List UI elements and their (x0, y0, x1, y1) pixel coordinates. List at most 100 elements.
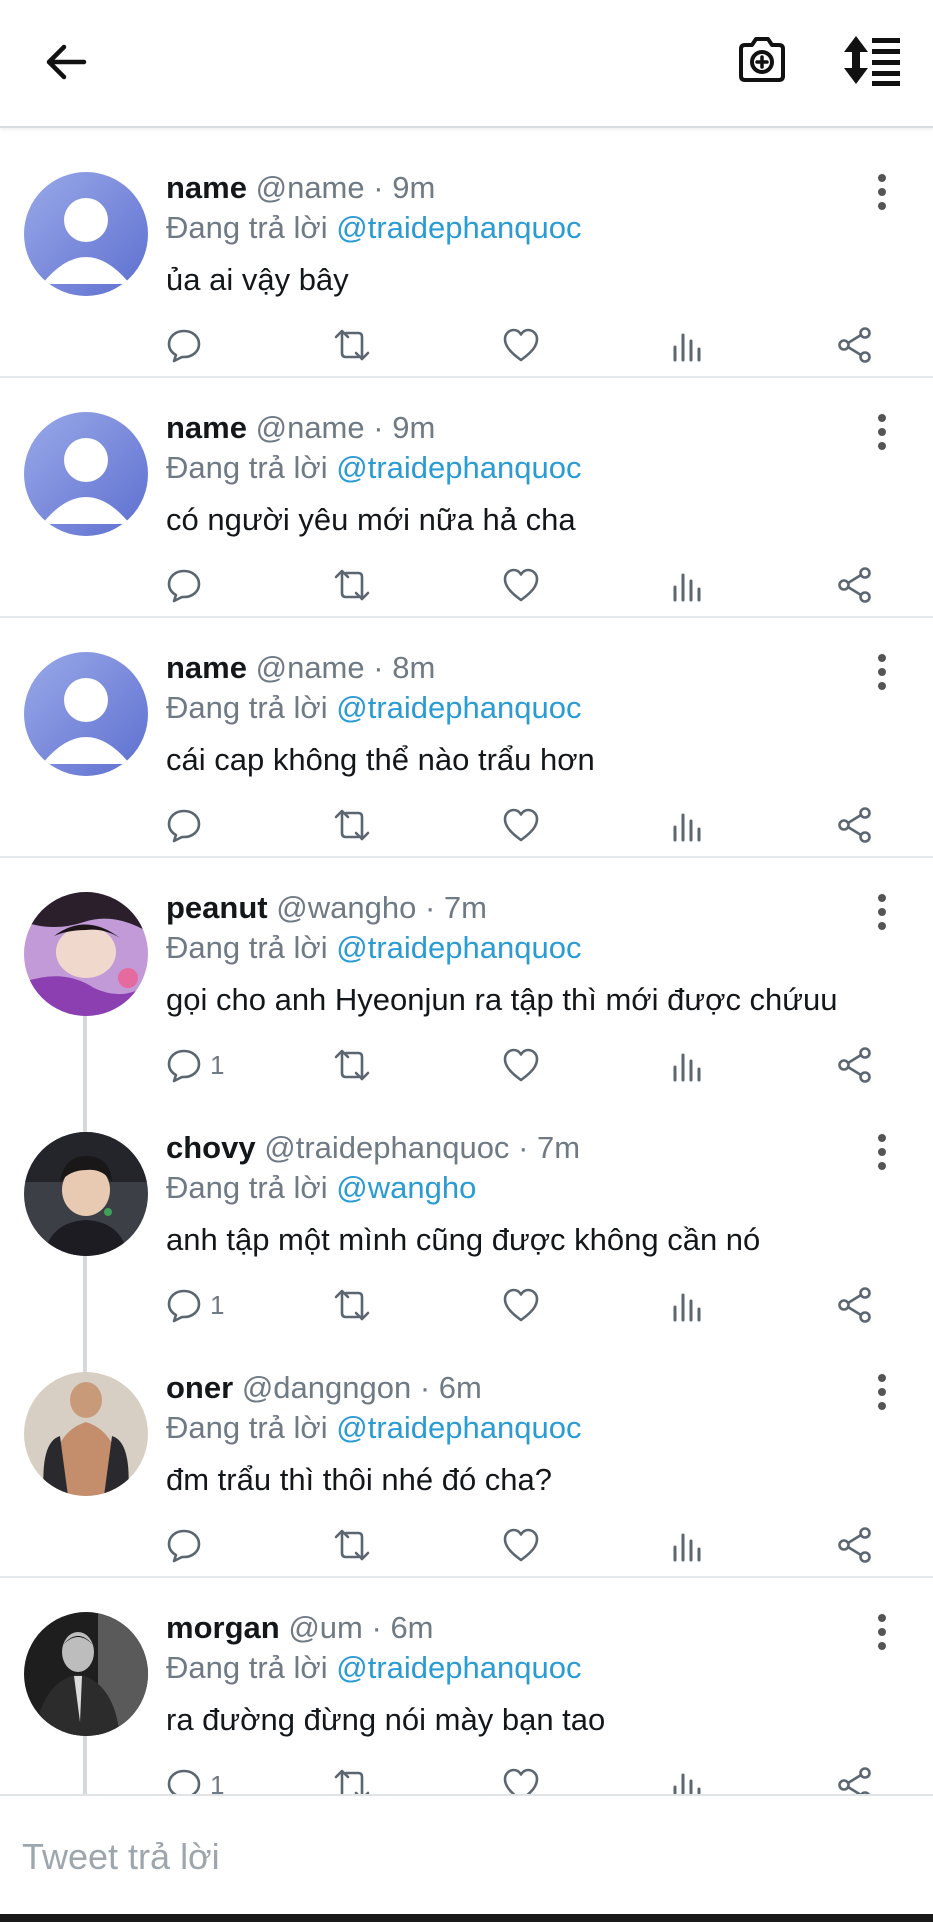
display-name[interactable]: peanut (166, 890, 268, 925)
analytics-button[interactable] (670, 1763, 704, 1794)
tweet[interactable]: name @name · 8m Đang trả lời @traidephan… (0, 618, 933, 858)
mention-link[interactable]: @traidephanquoc (336, 450, 581, 485)
mention-link[interactable]: @traidephanquoc (336, 1410, 581, 1445)
arrow-left-icon[interactable] (40, 36, 92, 88)
display-name[interactable]: name (166, 650, 247, 685)
share-button[interactable] (836, 1043, 874, 1087)
retweet-button[interactable] (332, 1763, 372, 1794)
display-name[interactable]: oner (166, 1370, 233, 1405)
share-button[interactable] (836, 563, 874, 607)
more-options-icon[interactable] (862, 890, 902, 934)
analytics-icon (673, 1533, 701, 1562)
tweet[interactable]: name @name · 9m Đang trả lời @traidephan… (0, 378, 933, 618)
analytics-button[interactable] (670, 1283, 704, 1327)
mention-link[interactable]: @traidephanquoc (336, 930, 581, 965)
avatar[interactable] (24, 172, 148, 296)
mention-link[interactable]: @traidephanquoc (336, 210, 581, 245)
camera-add-icon[interactable] (734, 32, 790, 88)
tweet[interactable]: chovy @traidephanquoc · 7m Đang trả lời … (0, 1098, 933, 1348)
tweet[interactable]: oner @dangngon · 6m Đang trả lời @traide… (0, 1338, 933, 1578)
tweet-header: chovy @traidephanquoc · 7m (166, 1130, 580, 1166)
tweet-header: name @name · 9m (166, 410, 435, 446)
thread-connector (83, 1338, 87, 1374)
reply-feed[interactable]: name @name · 9m Đang trả lời @traidephan… (0, 138, 933, 1794)
more-options-icon[interactable] (862, 1370, 902, 1414)
reply-button[interactable]: 1 (166, 1283, 224, 1327)
more-options-icon[interactable] (862, 650, 902, 694)
reply-input[interactable] (20, 1830, 914, 1884)
reply-button[interactable] (166, 323, 210, 367)
avatar[interactable] (24, 892, 148, 1016)
share-button[interactable] (836, 1763, 874, 1794)
retweet-button[interactable] (332, 563, 372, 607)
analytics-button[interactable] (670, 563, 704, 607)
user-handle: @name (255, 410, 365, 445)
reply-count: 1 (210, 1049, 225, 1080)
sort-list-icon[interactable] (842, 32, 906, 88)
like-button[interactable] (502, 563, 540, 607)
mention-link[interactable]: @traidephanquoc (336, 1650, 581, 1685)
share-button[interactable] (836, 323, 874, 367)
reply-icon (167, 1769, 201, 1794)
analytics-button[interactable] (670, 323, 704, 367)
tweet-text: có người yêu mới nữa hả cha (166, 502, 576, 537)
retweet-button[interactable] (332, 803, 372, 847)
reply-button[interactable] (166, 563, 210, 607)
reply-button[interactable]: 1 (166, 1043, 224, 1087)
retweet-button[interactable] (332, 1523, 372, 1567)
analytics-button[interactable] (670, 1523, 704, 1567)
timestamp: 9m (392, 170, 436, 205)
tweet[interactable]: morgan @um · 6m Đang trả lời @traidephan… (0, 1578, 933, 1794)
avatar[interactable] (24, 652, 148, 776)
more-options-icon[interactable] (862, 1130, 902, 1174)
analytics-button[interactable] (670, 803, 704, 847)
retweet-button[interactable] (332, 1043, 372, 1087)
mention-link[interactable]: @wangho (336, 1170, 476, 1205)
like-button[interactable] (502, 1283, 540, 1327)
like-button[interactable] (502, 323, 540, 367)
avatar[interactable] (24, 1132, 148, 1256)
display-name[interactable]: chovy (166, 1130, 256, 1165)
retweet-button[interactable] (332, 1283, 372, 1327)
retweet-button[interactable] (332, 323, 372, 367)
screen-bottom-edge (0, 1914, 933, 1922)
analytics-icon (673, 1293, 701, 1322)
like-button[interactable] (502, 1043, 540, 1087)
separator-dot: · (373, 170, 384, 205)
display-name[interactable]: name (166, 410, 247, 445)
more-options-icon[interactable] (862, 410, 902, 454)
heart-icon (503, 1768, 539, 1794)
like-button[interactable] (502, 803, 540, 847)
reply-icon (167, 809, 201, 843)
mention-link[interactable]: @traidephanquoc (336, 690, 581, 725)
separator-dot: · (373, 650, 384, 685)
retweet-icon (334, 1769, 370, 1794)
replying-to: Đang trả lời @traidephanquoc (166, 450, 581, 486)
analytics-button[interactable] (670, 1043, 704, 1087)
reply-button[interactable] (166, 803, 210, 847)
tweet-text: anh tập một mình cũng được không cần nó (166, 1222, 761, 1257)
display-name[interactable]: name (166, 170, 247, 205)
avatar[interactable] (24, 1372, 148, 1496)
share-button[interactable] (836, 1523, 874, 1567)
tweet[interactable]: name @name · 9m Đang trả lời @traidephan… (0, 138, 933, 378)
replying-to: Đang trả lời @traidephanquoc (166, 1650, 581, 1686)
like-button[interactable] (502, 1763, 540, 1794)
share-button[interactable] (836, 1283, 874, 1327)
like-button[interactable] (502, 1523, 540, 1567)
more-options-icon[interactable] (862, 1610, 902, 1654)
display-name[interactable]: morgan (166, 1610, 280, 1645)
timestamp: 7m (537, 1130, 581, 1165)
tweet[interactable]: peanut @wangho · 7m Đang trả lời @traide… (0, 858, 933, 1108)
user-handle: @name (255, 650, 365, 685)
retweet-icon (334, 1049, 370, 1081)
retweet-icon (334, 569, 370, 601)
avatar[interactable] (24, 412, 148, 536)
analytics-icon (673, 1773, 701, 1794)
analytics-icon (673, 573, 701, 602)
share-button[interactable] (836, 803, 874, 847)
more-options-icon[interactable] (862, 170, 902, 214)
avatar[interactable] (24, 1612, 148, 1736)
reply-button[interactable]: 1 (166, 1763, 224, 1794)
reply-button[interactable] (166, 1523, 210, 1567)
